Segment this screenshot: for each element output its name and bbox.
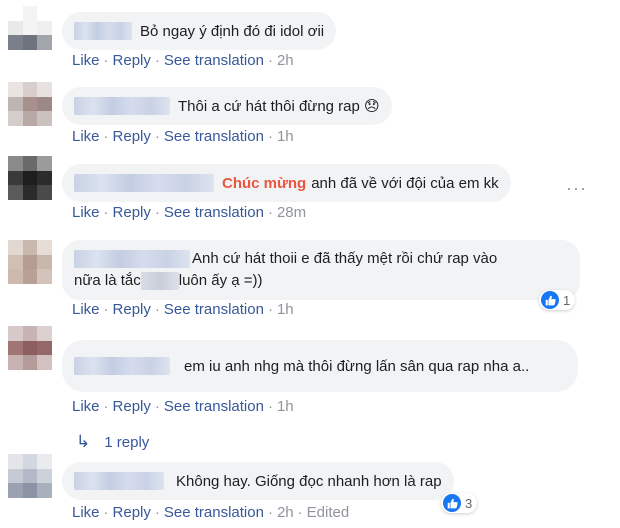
- reply-link[interactable]: Reply: [113, 52, 151, 69]
- timestamp[interactable]: 28m: [277, 204, 306, 221]
- see-translation-link[interactable]: See translation: [164, 301, 264, 318]
- like-link[interactable]: Like: [72, 52, 100, 69]
- comment-actions: Like · Reply · See translation · 1h: [72, 301, 294, 318]
- avatar[interactable]: [8, 156, 52, 200]
- like-thumb-icon: [541, 291, 559, 309]
- comment-text: Bỏ ngay ý định đó đi idol ơii: [140, 22, 325, 40]
- comment-text-line2-end: luôn ấy ạ =)): [178, 272, 263, 289]
- timestamp[interactable]: 1h: [277, 398, 294, 415]
- timestamp[interactable]: 1h: [277, 301, 294, 318]
- comment-bubble: Anh cứ hát thoii e đã thấy mệt rồi chứ r…: [62, 240, 580, 300]
- comment-bubble: Bỏ ngay ý định đó đi idol ơii: [62, 12, 337, 50]
- comment-text: em iu anh nhg mà thôi đừng lấn sân qua r…: [184, 357, 530, 375]
- avatar[interactable]: [8, 82, 52, 126]
- avatar[interactable]: [8, 454, 52, 498]
- comment-text-line2: nữa là tắc: [74, 272, 141, 289]
- comment-actions: Like · Reply · See translation · 1h: [72, 398, 294, 415]
- reply-link[interactable]: Reply: [113, 398, 151, 415]
- more-options-icon[interactable]: ···: [566, 178, 587, 199]
- see-translation-link[interactable]: See translation: [164, 398, 264, 415]
- comment-bubble: Chúc mừng anh đã về với đội của em kk: [62, 164, 511, 202]
- commenter-name[interactable]: [74, 357, 170, 375]
- commenter-name[interactable]: [74, 174, 214, 192]
- like-link[interactable]: Like: [72, 204, 100, 221]
- like-thumb-icon: [443, 494, 461, 512]
- commenter-name[interactable]: [74, 472, 164, 490]
- reaction-number: 3: [465, 495, 473, 511]
- edited-label[interactable]: Edited: [307, 504, 350, 521]
- comment-actions: Like · Reply · See translation · 1h: [72, 128, 294, 145]
- like-link[interactable]: Like: [72, 128, 100, 145]
- like-link[interactable]: Like: [72, 504, 100, 521]
- avatar[interactable]: [8, 6, 52, 50]
- comment-actions: Like · Reply · See translation · 28m: [72, 204, 307, 221]
- reaction-number: 1: [563, 292, 571, 308]
- commenter-name[interactable]: [74, 97, 170, 115]
- avatar[interactable]: [8, 326, 52, 370]
- reply-link[interactable]: Reply: [113, 128, 151, 145]
- comment-bubble: Thôi a cứ hát thôi đừng rap 😞: [62, 87, 392, 125]
- comment-text: Thôi a cứ hát thôi đừng rap 😞: [178, 98, 380, 115]
- see-translation-link[interactable]: See translation: [164, 504, 264, 521]
- reply-arrow-icon: ↳: [76, 432, 91, 451]
- reaction-count[interactable]: 3: [441, 493, 478, 513]
- comment-actions: Like · Reply · See translation · 2h · Edited: [72, 504, 350, 521]
- reply-link[interactable]: Reply: [113, 301, 151, 318]
- reply-link[interactable]: Reply: [113, 204, 151, 221]
- like-link[interactable]: Like: [72, 398, 100, 415]
- like-link[interactable]: Like: [72, 301, 100, 318]
- see-translation-link[interactable]: See translation: [164, 204, 264, 221]
- avatar[interactable]: [8, 240, 52, 284]
- censored-word: [140, 272, 179, 291]
- comment-text: anh đã về với đội của em kk: [311, 174, 499, 192]
- timestamp[interactable]: 2h: [277, 504, 294, 521]
- view-replies-link[interactable]: ↳ 1 reply: [76, 432, 149, 452]
- commenter-name[interactable]: [74, 22, 132, 40]
- commenter-name[interactable]: [74, 250, 190, 269]
- comment-text-line1: Anh cứ hát thoii e đã thấy mệt rồi chứ r…: [192, 250, 498, 267]
- reply-link[interactable]: Reply: [113, 504, 151, 521]
- comment-bubble: Không hay. Giống đọc nhanh hơn là rap: [62, 462, 454, 500]
- comment-actions: Like · Reply · See translation · 2h: [72, 52, 294, 69]
- timestamp[interactable]: 2h: [277, 52, 294, 69]
- comment-text: Không hay. Giống đọc nhanh hơn là rap: [176, 472, 442, 490]
- replies-count[interactable]: 1 reply: [104, 434, 149, 451]
- comment-bubble: em iu anh nhg mà thôi đừng lấn sân qua r…: [62, 340, 578, 392]
- see-translation-link[interactable]: See translation: [164, 52, 264, 69]
- highlighted-text: Chúc mừng: [222, 174, 307, 192]
- see-translation-link[interactable]: See translation: [164, 128, 264, 145]
- reaction-count[interactable]: 1: [539, 290, 576, 310]
- timestamp[interactable]: 1h: [277, 128, 294, 145]
